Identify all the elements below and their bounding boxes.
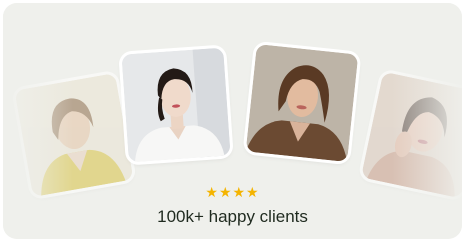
client-photo-2 xyxy=(121,47,231,163)
client-photo-4 xyxy=(360,71,462,199)
client-photo-3 xyxy=(245,43,359,163)
happy-clients-label: 100k+ happy clients xyxy=(157,207,308,226)
star-rating: ★★★★ xyxy=(205,185,260,201)
happy-clients-card: ★★★★ 100k+ happy clients xyxy=(3,3,462,239)
client-photo-1 xyxy=(14,72,134,198)
